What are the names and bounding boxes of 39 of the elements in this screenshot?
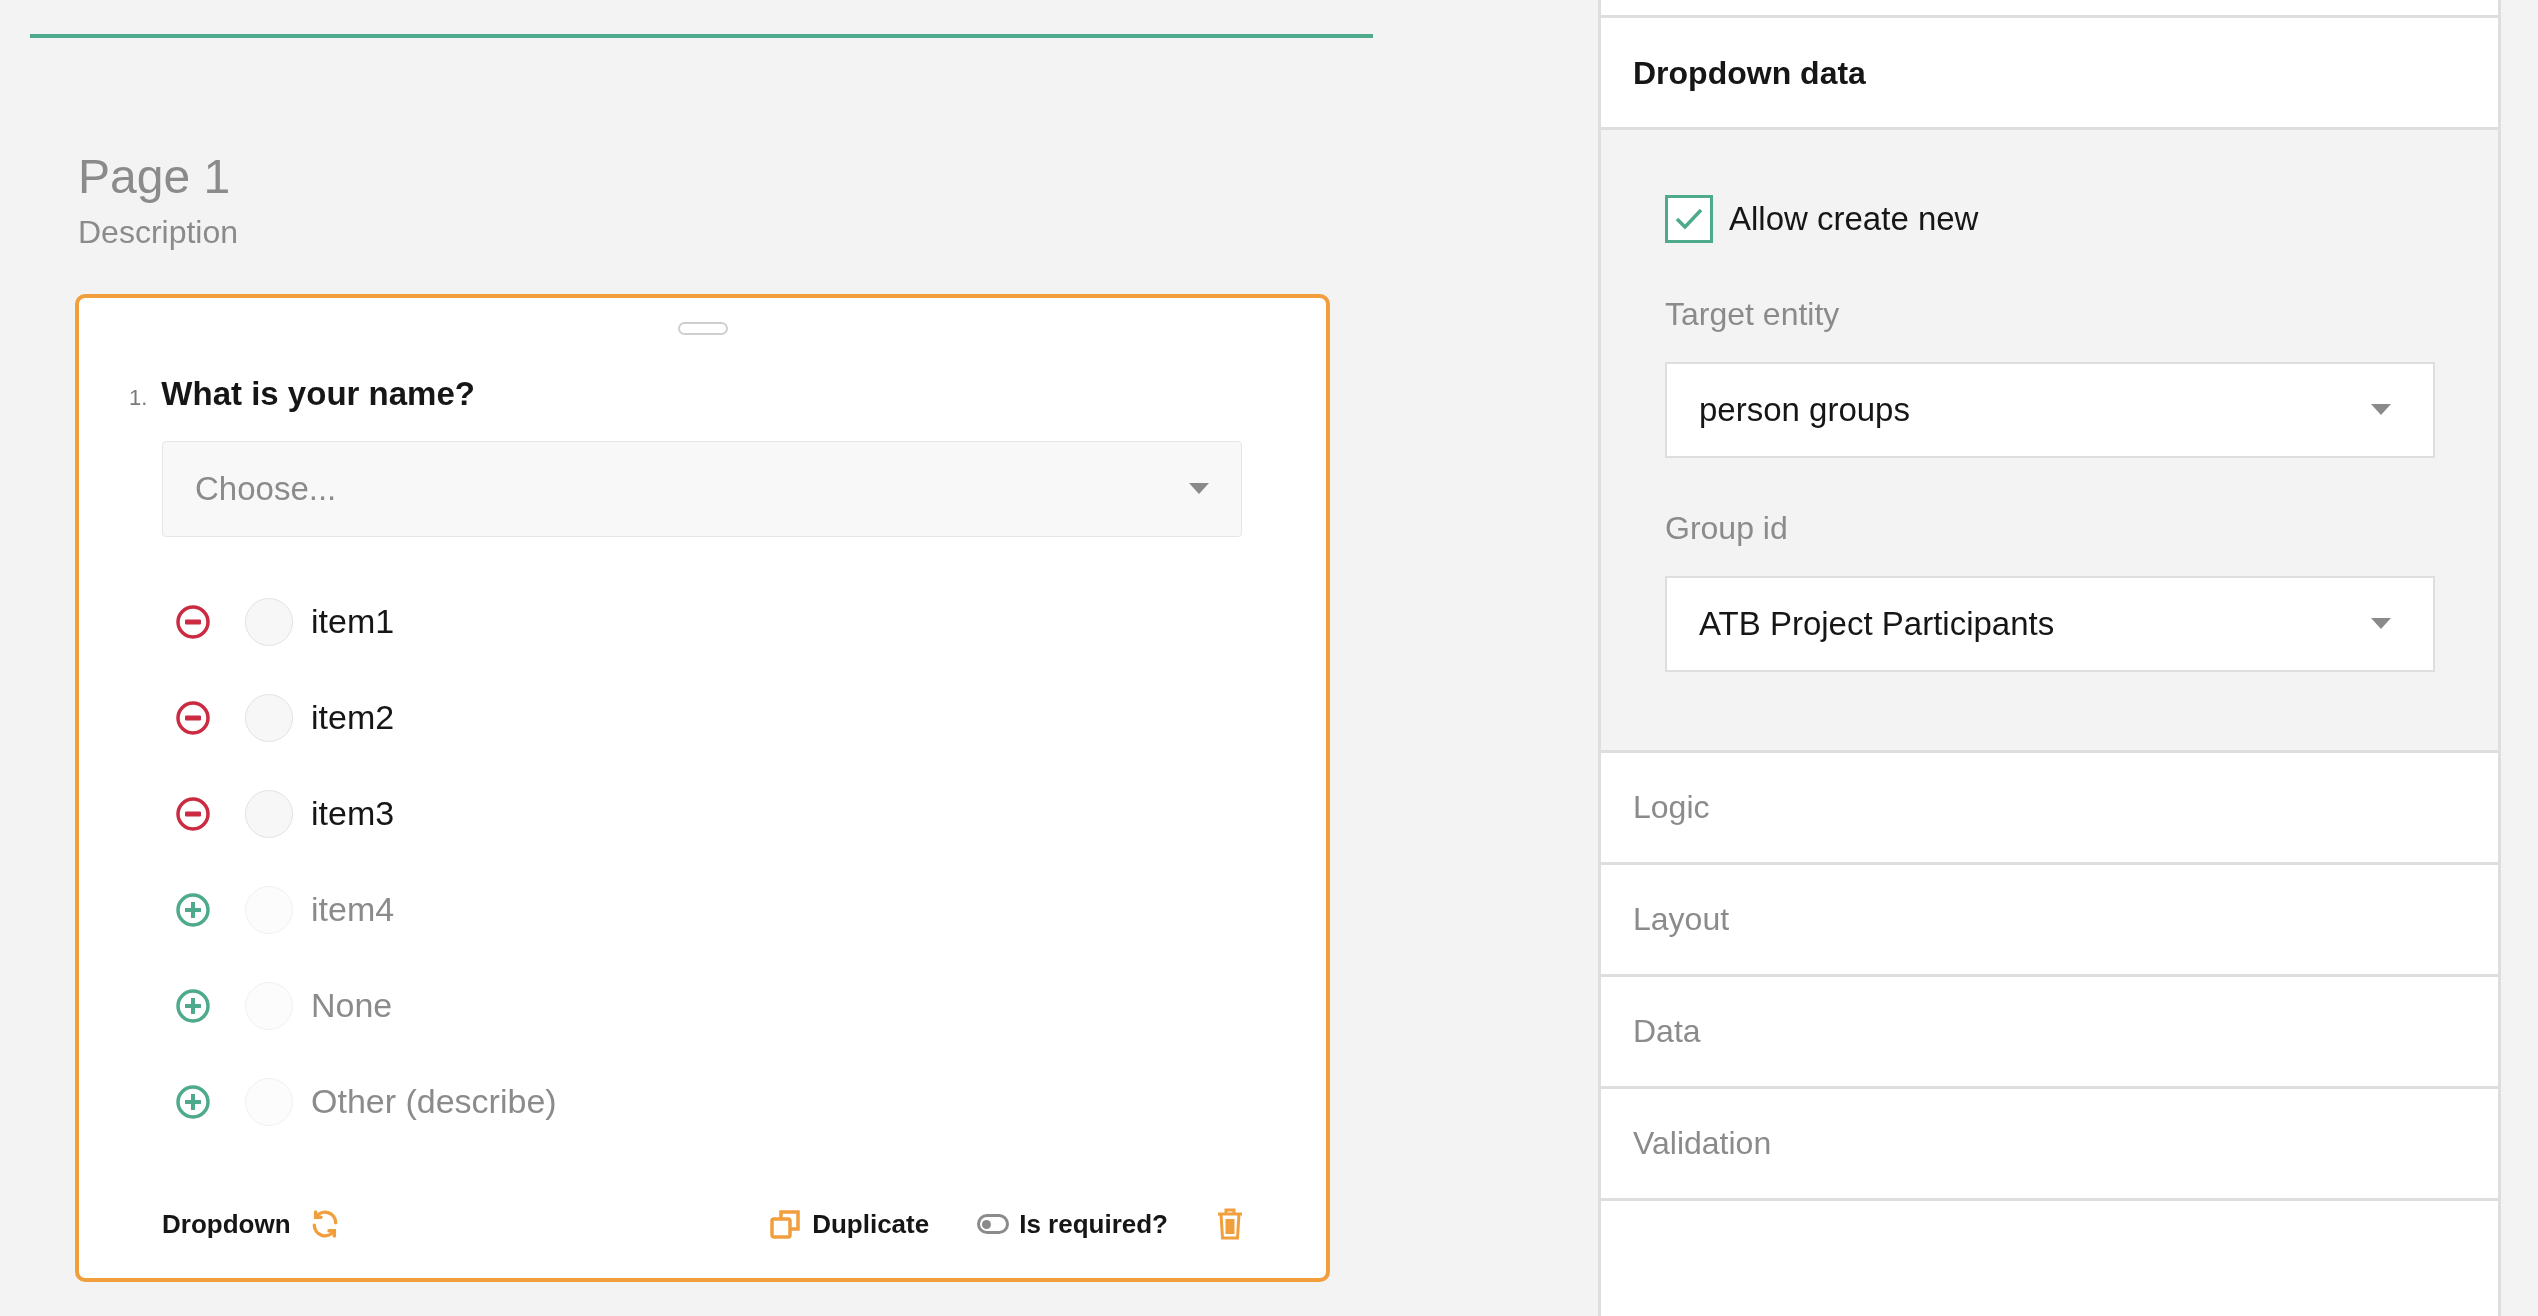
toggle-switch-icon (977, 1214, 1010, 1234)
choice-label: item2 (311, 697, 395, 738)
select-value: ATB Project Participants (1699, 603, 2055, 644)
choice-label: item4 (311, 889, 395, 930)
question-number: 1. (129, 384, 148, 412)
select-value: person groups (1699, 389, 1910, 430)
radio-button[interactable] (245, 597, 293, 646)
field-label: Group id (1665, 508, 1789, 548)
dropdown-placeholder: Choose... (195, 468, 337, 509)
duplicate-button[interactable]: Duplicate (770, 1204, 930, 1244)
question-title: What is your name? (161, 374, 475, 414)
choice-label: None (311, 985, 393, 1026)
radio-button[interactable] (245, 693, 293, 742)
page-title: Page 1 (78, 149, 232, 205)
minus-circle-icon[interactable] (175, 795, 211, 832)
select-field[interactable]: person groups (1665, 361, 2435, 458)
plus-circle-icon[interactable] (175, 891, 211, 928)
field-label: Target entity (1665, 294, 1841, 334)
drag-handle[interactable] (677, 322, 728, 335)
minus-circle-icon[interactable] (175, 699, 211, 736)
choice-label: item1 (311, 601, 395, 642)
plus-circle-icon[interactable] (175, 1083, 211, 1120)
plus-circle-icon[interactable] (175, 987, 211, 1024)
check-icon (1674, 206, 1704, 231)
choice-label: item3 (311, 793, 395, 834)
duplicate-icon (770, 1208, 803, 1240)
minus-circle-icon[interactable] (175, 603, 211, 640)
choice-label: Other (describe) (311, 1081, 557, 1122)
select-field[interactable]: ATB Project Participants (1665, 575, 2435, 672)
radio-button[interactable] (245, 789, 293, 838)
required-toggle[interactable]: Is required? (977, 1204, 1168, 1244)
checkbox-label: Allow create new (1729, 199, 1979, 239)
checkbox[interactable] (1665, 194, 1713, 243)
question-type-label: Dropdown (162, 1207, 291, 1241)
trash-icon[interactable] (1216, 1208, 1244, 1240)
caret-icon (1189, 483, 1209, 494)
page-description: Description (78, 213, 240, 252)
caret-icon (2371, 404, 2391, 415)
caret-icon (2371, 618, 2391, 629)
